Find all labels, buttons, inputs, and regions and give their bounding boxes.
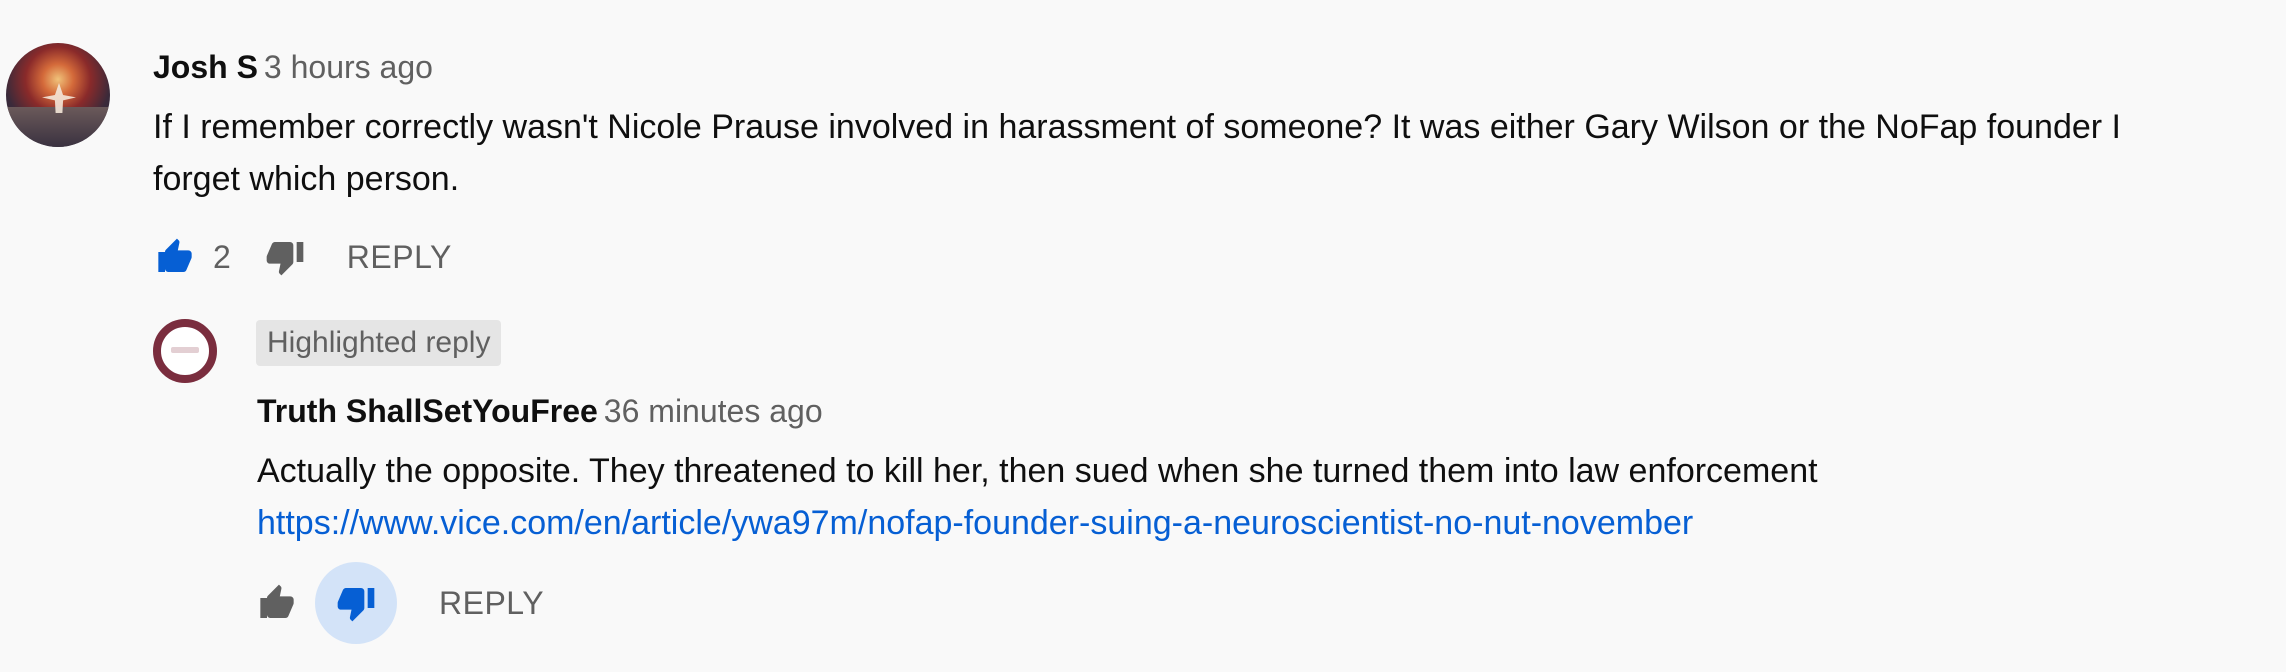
comment-text-line2: forget which person. bbox=[153, 160, 460, 198]
like-button[interactable] bbox=[143, 225, 207, 289]
reply-text-body: Actually the opposite. They threatened t… bbox=[257, 452, 1818, 490]
comment-time[interactable]: 3 hours ago bbox=[264, 49, 433, 85]
reply-avatar[interactable] bbox=[153, 319, 217, 383]
reply-dislike-button[interactable] bbox=[315, 562, 397, 644]
reply-button[interactable]: REPLY bbox=[347, 239, 452, 276]
comment-author[interactable]: Josh S bbox=[153, 49, 258, 85]
reply-author[interactable]: Truth ShallSetYouFree bbox=[257, 393, 598, 429]
thumb-down-icon bbox=[337, 588, 375, 622]
comment-header: Josh S3 hours ago bbox=[153, 47, 433, 87]
reply-like-button[interactable] bbox=[245, 571, 309, 635]
like-count: 2 bbox=[213, 238, 231, 275]
highlighted-reply-badge: Highlighted reply bbox=[256, 320, 502, 366]
reply-header: Truth ShallSetYouFree 36 minutes ago bbox=[257, 391, 823, 431]
thumb-up-icon bbox=[158, 238, 192, 272]
avatar-image-ground bbox=[6, 107, 110, 147]
comment-actions: 2 REPLY bbox=[143, 225, 452, 289]
reply-reply-button[interactable]: REPLY bbox=[439, 585, 544, 622]
reply-text: Actually the opposite. They threatened t… bbox=[257, 445, 2257, 549]
avatar[interactable] bbox=[6, 43, 110, 147]
reply-actions: REPLY bbox=[245, 562, 544, 644]
reply-avatar-image-text bbox=[171, 347, 199, 353]
thumb-down-icon bbox=[266, 242, 304, 276]
reply-link[interactable]: https://www.vice.com/en/article/ywa97m/n… bbox=[257, 504, 1693, 542]
reply-time[interactable]: 36 minutes ago bbox=[604, 393, 823, 429]
comment-thread: Josh S3 hours ago If I remember correctl… bbox=[0, 0, 2286, 672]
comment-text-line1: If I remember correctly wasn't Nicole Pr… bbox=[153, 108, 2121, 146]
dislike-button[interactable] bbox=[253, 225, 317, 289]
thumb-up-icon bbox=[260, 584, 294, 618]
comment-text: If I remember correctly wasn't Nicole Pr… bbox=[153, 101, 2273, 205]
